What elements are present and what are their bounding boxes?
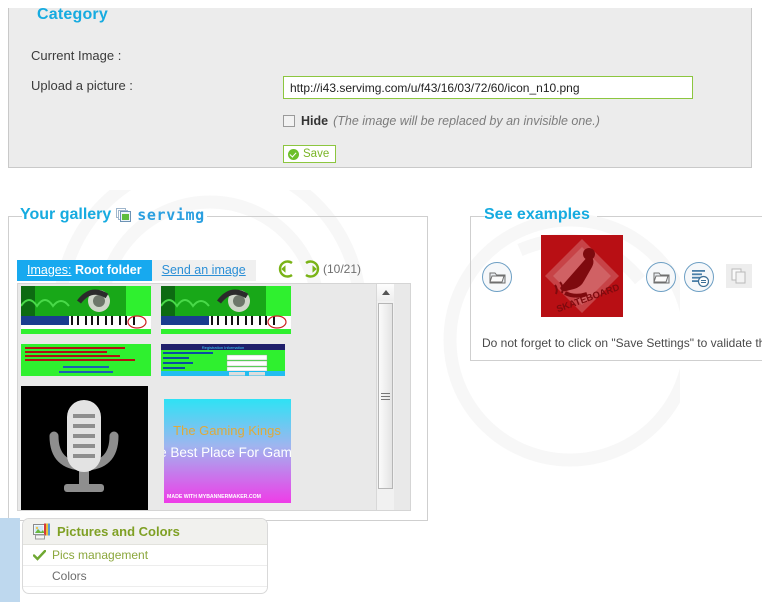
current-image-label: Current Image : xyxy=(31,48,122,63)
save-button[interactable]: Save xyxy=(283,145,337,163)
upload-picture-input[interactable] xyxy=(283,76,693,99)
category-legend: Category xyxy=(37,6,108,23)
svg-text:Registration Information: Registration Information xyxy=(202,345,244,350)
gaming-title-text: The Gaming Kings xyxy=(173,423,281,438)
thumbnail-item[interactable] xyxy=(21,386,148,510)
topic-document-icon[interactable] xyxy=(684,262,714,292)
upload-picture-label: Upload a picture : xyxy=(31,78,133,93)
thumbnail-item[interactable] xyxy=(21,286,151,334)
green-headphones-piano-banner-2 xyxy=(161,286,291,334)
left-blue-band xyxy=(0,518,20,602)
scrollbar-thumb[interactable] xyxy=(378,303,393,489)
pictures-and-colors-icon xyxy=(33,523,50,540)
gallery-legend-text: Your gallery xyxy=(20,206,112,223)
hide-label: Hide xyxy=(301,114,329,128)
tab-images-key: Images: xyxy=(27,263,72,277)
gaming-kings-banner: The Gaming Kings The Best Place For Game… xyxy=(164,399,291,503)
page-root: Category Current Image : Upload a pictur… xyxy=(0,0,762,602)
thumbnail-item[interactable]: The Gaming Kings The Best Place For Game… xyxy=(164,399,291,503)
category-panel: Category Current Image : Upload a pictur… xyxy=(8,6,752,168)
servimg-brand: servimg xyxy=(137,206,205,224)
skateboard-red-icon[interactable]: SKATEBOARD xyxy=(541,235,623,317)
thumbnail-item[interactable] xyxy=(161,286,291,334)
gaming-subtitle-text: The Best Place For Gamers xyxy=(164,445,291,460)
menu-item-label: Pics management xyxy=(52,548,149,562)
gallery-pager: (10/21) xyxy=(323,262,362,276)
hide-checkbox[interactable] xyxy=(283,115,295,127)
arrow-right-circle-icon[interactable] xyxy=(300,259,320,279)
thumbnail-viewport[interactable]: Registration Information The Gaming King… xyxy=(17,283,411,511)
gallery-legend: Your gallery servimg xyxy=(20,206,205,224)
gallery-scrollbar[interactable] xyxy=(376,284,394,510)
menu-item-colors[interactable]: Colors xyxy=(23,566,267,587)
send-an-image-link[interactable]: Send an image xyxy=(151,260,256,281)
arrow-left-circle-icon[interactable] xyxy=(278,259,298,279)
microphone-black-icon xyxy=(21,386,148,510)
registration-information-form: Registration Information xyxy=(161,344,285,376)
scroll-up-arrow-icon[interactable] xyxy=(377,284,394,301)
menu-footer xyxy=(23,587,267,593)
gallery-tabbar: Images: Root folder Send an image xyxy=(17,260,256,281)
check-circle-icon xyxy=(288,148,299,160)
folder-icon[interactable] xyxy=(646,262,676,292)
thumbnail-item[interactable] xyxy=(21,344,151,376)
green-text-block-screenshot xyxy=(21,344,151,376)
examples-row: SKATEBOARD xyxy=(480,232,762,332)
servimg-stacked-images-icon xyxy=(116,207,132,222)
tab-images-value: Root folder xyxy=(74,263,142,277)
hide-note: (The image will be replaced by an invisi… xyxy=(333,114,600,128)
pictures-and-colors-menu: Pictures and Colors Pics management Colo… xyxy=(22,518,268,594)
scroll-grip-icon xyxy=(381,391,390,402)
examples-note: Do not forget to click on "Save Settings… xyxy=(482,336,762,350)
menu-item-pics-management[interactable]: Pics management xyxy=(23,545,267,566)
check-tick-icon xyxy=(33,549,46,561)
gaming-footer-text: MADE WITH MYBANNERMAKER.COM xyxy=(167,494,261,500)
gallery-nav: (10/21) xyxy=(278,259,361,279)
pages-disabled-icon xyxy=(726,264,752,288)
green-headphones-piano-banner xyxy=(21,286,151,334)
menu-header-title: Pictures and Colors xyxy=(57,524,180,539)
save-button-label: Save xyxy=(303,148,330,160)
thumbnail-item[interactable]: Registration Information xyxy=(161,344,285,376)
menu-item-label: Colors xyxy=(52,569,87,583)
tab-images-root-folder[interactable]: Images: Root folder xyxy=(17,260,152,281)
examples-legend: See examples xyxy=(484,206,590,223)
hide-checkbox-row: Hide (The image will be replaced by an i… xyxy=(283,114,600,128)
folder-icon[interactable] xyxy=(482,262,512,292)
menu-header: Pictures and Colors xyxy=(23,519,267,545)
